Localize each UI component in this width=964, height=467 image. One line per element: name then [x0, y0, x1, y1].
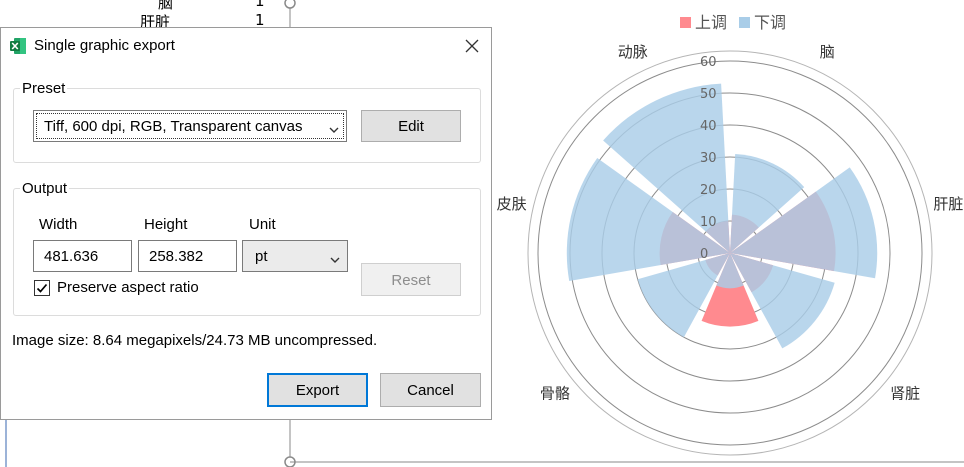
radial-tick-label: 0 — [700, 247, 708, 262]
category-label: 骨骼 — [540, 385, 570, 403]
legend-swatch — [680, 17, 691, 28]
height-field[interactable]: 258.382 — [138, 240, 237, 272]
unit-select[interactable]: pt — [242, 240, 348, 272]
export-button[interactable]: Export — [267, 373, 368, 407]
radial-tick-label: 60 — [700, 55, 717, 70]
preset-legend: Preset — [22, 80, 66, 97]
category-label: 肾脏 — [890, 385, 920, 403]
edit-button[interactable]: Edit — [361, 110, 461, 142]
dialog-titlebar: Single graphic export — [1, 28, 491, 64]
legend-swatch — [739, 17, 750, 28]
chevron-down-icon — [330, 251, 340, 268]
category-label: 脑 — [820, 43, 835, 61]
preserve-aspect-label: Preserve aspect ratio — [57, 279, 199, 296]
radial-tick-label: 30 — [700, 151, 717, 166]
sheet-cell: 1 — [255, 0, 265, 10]
cancel-button[interactable]: Cancel — [380, 373, 481, 407]
category-label: 动脉 — [618, 43, 648, 61]
preserve-aspect-checkbox[interactable] — [34, 280, 50, 296]
width-field[interactable]: 481.636 — [33, 240, 132, 272]
polar-chart: 0102030405060脑肝脏肾脏心脏骨骼皮肤动脉上调下调 — [497, 13, 963, 456]
checkmark-icon — [36, 283, 48, 293]
legend-label: 上调 — [695, 13, 727, 32]
width-label: Width — [39, 216, 78, 233]
excel-icon — [9, 37, 27, 55]
radial-tick-label: 10 — [700, 215, 717, 230]
preset-select[interactable]: Tiff, 600 dpi, RGB, Transparent canvas — [33, 110, 347, 142]
output-legend: Output — [22, 180, 68, 197]
export-dialog: Single graphic export Preset Tiff, 600 d… — [0, 27, 492, 420]
category-label: 肝脏 — [933, 195, 963, 213]
legend-label: 下调 — [754, 13, 786, 32]
dialog-title: Single graphic export — [34, 37, 175, 54]
unit-label: Unit — [249, 216, 276, 233]
reset-button[interactable]: Reset — [361, 263, 461, 296]
unit-selected-value: pt — [255, 248, 268, 265]
radial-tick-label: 20 — [700, 183, 717, 198]
radial-tick-label: 40 — [700, 119, 717, 134]
radial-tick-label: 50 — [700, 87, 717, 102]
height-label: Height — [144, 216, 188, 233]
image-size-info: Image size: 8.64 megapixels/24.73 MB unc… — [12, 332, 378, 349]
close-icon[interactable] — [459, 33, 485, 59]
chevron-down-icon — [329, 121, 339, 138]
preset-selected-value: Tiff, 600 dpi, RGB, Transparent canvas — [44, 118, 303, 135]
category-label: 皮肤 — [497, 195, 527, 213]
